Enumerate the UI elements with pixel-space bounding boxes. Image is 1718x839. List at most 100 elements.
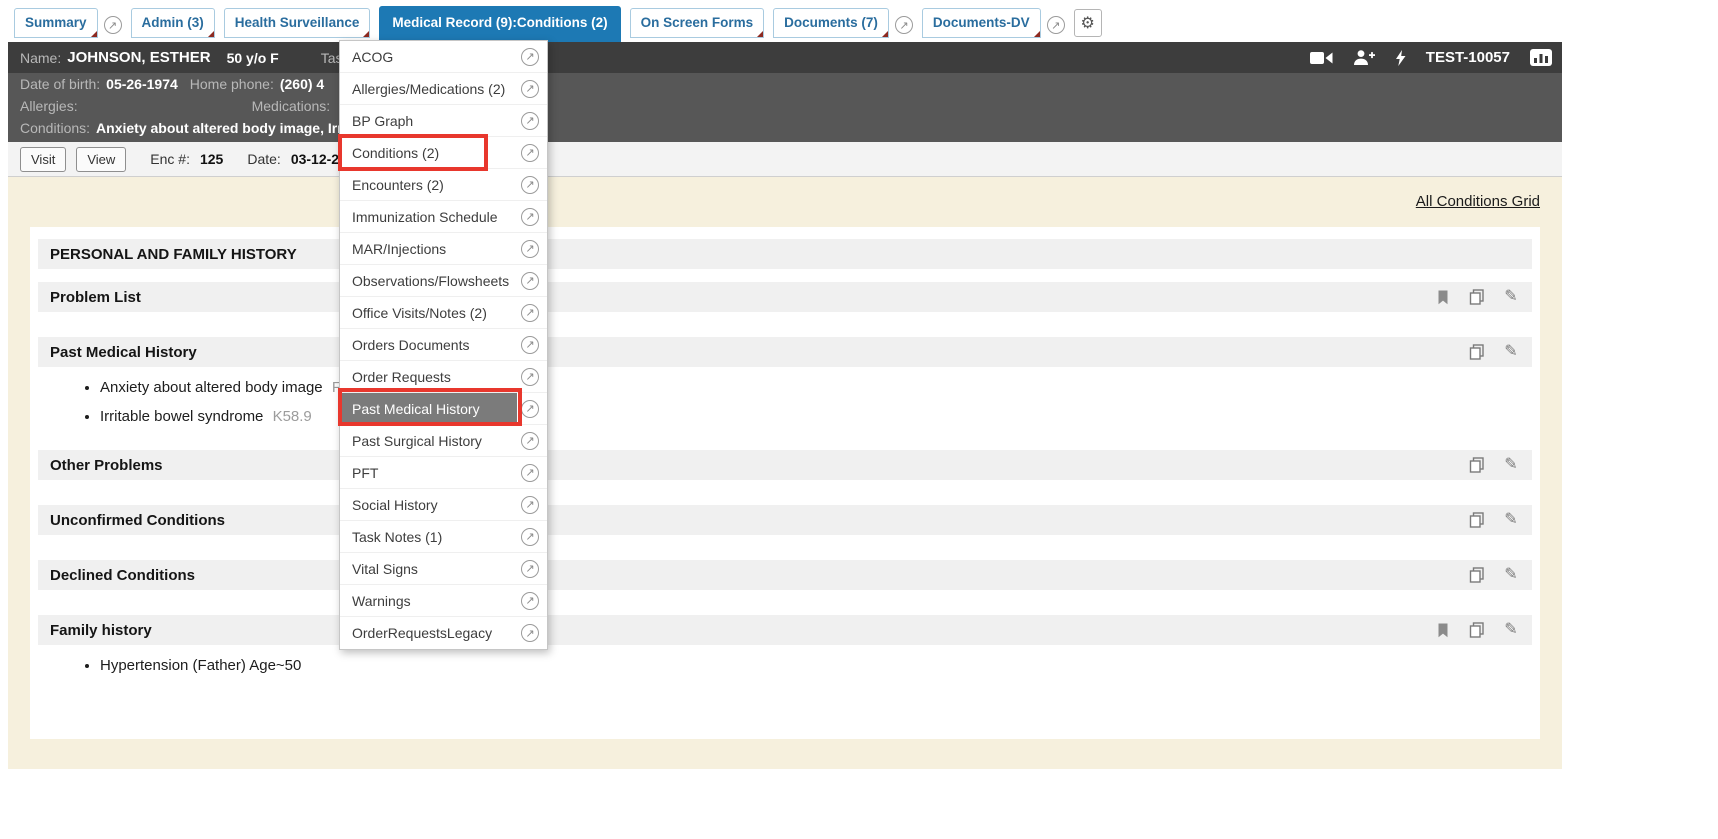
patient-allergies-row: Allergies: Medications: — [8, 95, 1562, 117]
section-personal-family-history: PERSONAL AND FAMILY HISTORY — [38, 239, 1532, 269]
copy-icon[interactable] — [1468, 511, 1486, 529]
tab-medical-record-label: Medical Record (9):Conditions (2) — [392, 15, 607, 30]
tab-documents-dv-label: Documents-DV — [933, 15, 1030, 30]
menu-item-bp-graph[interactable]: BP Graph ↗ — [340, 105, 547, 137]
popout-icon[interactable]: ↗ — [521, 208, 539, 226]
popout-icon[interactable]: ↗ — [521, 336, 539, 354]
name-label: Name: — [20, 50, 61, 66]
menu-item-conditions[interactable]: Conditions (2) ↗ — [340, 137, 547, 169]
home-phone-value: (260) 4 — [280, 76, 324, 92]
menu-item-office-visits-notes[interactable]: Office Visits/Notes (2) ↗ — [340, 297, 547, 329]
section-title: Past Medical History — [50, 344, 197, 361]
tab-fold-marker — [91, 31, 97, 37]
menu-item-vital-signs[interactable]: Vital Signs ↗ — [340, 553, 547, 585]
view-button[interactable]: View — [76, 147, 126, 172]
copy-icon[interactable] — [1468, 566, 1486, 584]
all-conditions-grid-link[interactable]: All Conditions Grid — [1416, 193, 1540, 210]
tab-bar: Summary ↗ Admin (3) Health Surveillance … — [8, 0, 1562, 42]
tab-documents-dv[interactable]: Documents-DV — [922, 8, 1041, 38]
family-history-item: Hypertension (Father) Age~50 — [100, 657, 1532, 674]
popout-icon[interactable]: ↗ — [521, 432, 539, 450]
menu-item-orders-documents[interactable]: Orders Documents ↗ — [340, 329, 547, 361]
condition-text: Irritable bowel syndrome — [100, 408, 263, 425]
menu-item-past-surgical-history[interactable]: Past Surgical History ↗ — [340, 425, 547, 457]
edit-icon[interactable]: ✎ — [1502, 456, 1520, 474]
tab-medical-record[interactable]: Medical Record (9):Conditions (2) — [379, 6, 620, 42]
condition-text: Hypertension (Father) Age~50 — [100, 657, 301, 674]
menu-item-observations-flowsheets[interactable]: Observations/Flowsheets ↗ — [340, 265, 547, 297]
section-header-bar: Other Problems ✎ — [38, 450, 1532, 480]
tab-summary[interactable]: Summary — [14, 8, 98, 38]
popout-icon[interactable]: ↗ — [521, 240, 539, 258]
edit-icon[interactable]: ✎ — [1502, 288, 1520, 306]
menu-item-label: OrderRequestsLegacy — [340, 617, 492, 649]
popout-icon[interactable]: ↗ — [521, 592, 539, 610]
popout-icon[interactable]: ↗ — [521, 176, 539, 194]
popout-icon[interactable]: ↗ — [895, 16, 913, 34]
popout-icon[interactable]: ↗ — [1047, 16, 1065, 34]
settings-gear-button[interactable]: ⚙ — [1074, 9, 1102, 37]
tab-health-surveillance[interactable]: Health Surveillance — [224, 8, 371, 38]
popout-icon[interactable]: ↗ — [521, 528, 539, 546]
section-other-problems: Other Problems ✎ — [38, 450, 1532, 480]
tab-fold-marker — [1034, 31, 1040, 37]
edit-icon[interactable]: ✎ — [1502, 343, 1520, 361]
menu-item-immunization-schedule[interactable]: Immunization Schedule ↗ — [340, 201, 547, 233]
menu-item-label: Conditions (2) — [340, 137, 439, 168]
popout-icon[interactable]: ↗ — [521, 304, 539, 322]
popout-icon[interactable]: ↗ — [521, 112, 539, 130]
popout-icon[interactable]: ↗ — [521, 400, 539, 418]
menu-item-orderrequestslegacy[interactable]: OrderRequestsLegacy ↗ — [340, 617, 547, 649]
popout-icon[interactable]: ↗ — [104, 16, 122, 34]
bookmark-icon[interactable] — [1434, 621, 1452, 639]
lightning-bolt-icon[interactable] — [1395, 50, 1406, 66]
patient-id: TEST-10057 — [1426, 49, 1510, 66]
popout-icon[interactable]: ↗ — [521, 464, 539, 482]
tab-admin[interactable]: Admin (3) — [131, 8, 215, 38]
menu-item-pft[interactable]: PFT ↗ — [340, 457, 547, 489]
popout-icon[interactable]: ↗ — [521, 368, 539, 386]
menu-item-warnings[interactable]: Warnings ↗ — [340, 585, 547, 617]
copy-icon[interactable] — [1468, 343, 1486, 361]
tab-documents[interactable]: Documents (7) — [773, 8, 889, 38]
copy-icon[interactable] — [1468, 288, 1486, 306]
menu-item-social-history[interactable]: Social History ↗ — [340, 489, 547, 521]
copy-icon[interactable] — [1468, 456, 1486, 474]
menu-item-acog[interactable]: ACOG ↗ — [340, 41, 547, 73]
tab-on-screen-forms[interactable]: On Screen Forms — [630, 8, 765, 38]
section-unconfirmed-conditions: Unconfirmed Conditions ✎ — [38, 505, 1532, 535]
menu-item-encounters[interactable]: Encounters (2) ↗ — [340, 169, 547, 201]
popout-icon[interactable]: ↗ — [521, 48, 539, 66]
edit-icon[interactable]: ✎ — [1502, 621, 1520, 639]
popout-icon[interactable]: ↗ — [521, 560, 539, 578]
menu-item-label: Warnings — [340, 585, 411, 616]
popout-icon[interactable]: ↗ — [521, 624, 539, 642]
tab-fold-marker — [363, 31, 369, 37]
section-header-bar: Unconfirmed Conditions ✎ — [38, 505, 1532, 535]
menu-item-order-requests[interactable]: Order Requests ↗ — [340, 361, 547, 393]
gear-icon: ⚙ — [1081, 13, 1095, 33]
menu-item-allergies-medications[interactable]: Allergies/Medications (2) ↗ — [340, 73, 547, 105]
bar-chart-icon[interactable] — [1530, 49, 1552, 66]
bookmark-icon[interactable] — [1434, 288, 1452, 306]
section-past-medical-history: Past Medical History ✎ Anxiety about alt… — [38, 337, 1532, 425]
edit-icon[interactable]: ✎ — [1502, 566, 1520, 584]
menu-item-mar-injections[interactable]: MAR/Injections ↗ — [340, 233, 547, 265]
menu-item-task-notes[interactable]: Task Notes (1) ↗ — [340, 521, 547, 553]
popout-icon[interactable]: ↗ — [521, 144, 539, 162]
menu-item-past-medical-history[interactable]: Past Medical History ↗ — [340, 393, 547, 425]
menu-item-label: MAR/Injections — [340, 233, 446, 264]
patient-header-actions: TEST-10057 — [1310, 49, 1552, 66]
copy-icon[interactable] — [1468, 621, 1486, 639]
patient-conditions-row: Conditions: Anxiety about altered body i… — [8, 117, 1562, 139]
visit-button[interactable]: Visit — [20, 147, 66, 172]
tab-documents-label: Documents (7) — [784, 15, 878, 30]
popout-icon[interactable]: ↗ — [521, 496, 539, 514]
edit-icon[interactable]: ✎ — [1502, 511, 1520, 529]
video-camera-icon[interactable] — [1310, 51, 1333, 65]
popout-icon[interactable]: ↗ — [521, 80, 539, 98]
add-person-icon[interactable] — [1353, 50, 1375, 65]
popout-icon[interactable]: ↗ — [521, 272, 539, 290]
menu-item-label: Encounters (2) — [340, 169, 444, 200]
menu-item-label: PFT — [340, 457, 378, 488]
